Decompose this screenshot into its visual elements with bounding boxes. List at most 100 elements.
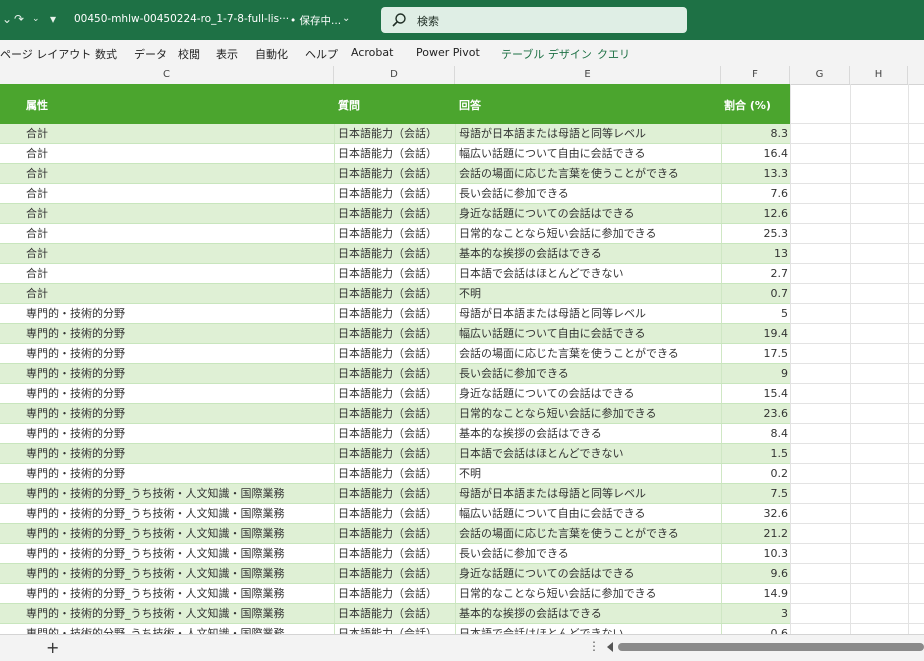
cell-ratio[interactable]: 16.4 bbox=[724, 144, 789, 163]
more-options-icon[interactable]: ⋮ bbox=[588, 639, 600, 653]
header-ratio[interactable]: 割合 (%) bbox=[724, 97, 771, 113]
cell-ratio[interactable]: 25.3 bbox=[724, 224, 789, 243]
cell-attribute[interactable]: 専門的・技術的分野_うち技術・人文知識・国際業務 bbox=[26, 504, 331, 523]
header-answer[interactable]: 回答 bbox=[459, 97, 481, 113]
cell-ratio[interactable]: 15.4 bbox=[724, 384, 789, 403]
cell-ratio[interactable]: 13 bbox=[724, 244, 788, 263]
cell-ratio[interactable]: 17.5 bbox=[724, 344, 789, 363]
cell-attribute[interactable]: 専門的・技術的分野 bbox=[26, 304, 331, 323]
tab-table-design[interactable]: テーブル デザイン bbox=[501, 46, 592, 62]
add-sheet-button[interactable]: + bbox=[46, 638, 59, 657]
cell-question[interactable]: 日本語能力（会話） bbox=[338, 584, 452, 603]
cell-answer[interactable]: 不明 bbox=[459, 284, 717, 303]
cell-question[interactable]: 日本語能力（会話） bbox=[338, 144, 452, 163]
cell-ratio[interactable]: 21.2 bbox=[724, 524, 789, 543]
cell-question[interactable]: 日本語能力（会話） bbox=[338, 204, 452, 223]
column-header-h[interactable]: H bbox=[850, 66, 908, 84]
tab-view[interactable]: 表示 bbox=[216, 46, 238, 62]
cell-attribute[interactable]: 専門的・技術的分野 bbox=[26, 424, 331, 443]
cell-attribute[interactable]: 専門的・技術的分野 bbox=[26, 404, 331, 423]
column-header-e[interactable]: E bbox=[455, 66, 721, 84]
header-question[interactable]: 質問 bbox=[338, 97, 360, 113]
cell-ratio[interactable]: 0.2 bbox=[724, 464, 789, 483]
cell-answer[interactable]: 会話の場面に応じた言葉を使うことができる bbox=[459, 524, 717, 543]
header-attribute[interactable]: 属性 bbox=[26, 97, 48, 113]
cell-ratio[interactable]: 5 bbox=[724, 304, 788, 323]
tab-query[interactable]: クエリ bbox=[597, 46, 630, 62]
cell-question[interactable]: 日本語能力（会話） bbox=[338, 364, 452, 383]
cell-attribute[interactable]: 専門的・技術的分野 bbox=[26, 324, 331, 343]
column-header-f[interactable]: F bbox=[721, 66, 790, 84]
cell-attribute[interactable]: 専門的・技術的分野_うち技術・人文知識・国際業務 bbox=[26, 584, 331, 603]
cell-answer[interactable]: 基本的な挨拶の会話はできる bbox=[459, 244, 717, 263]
cell-ratio[interactable]: 23.6 bbox=[724, 404, 789, 423]
cell-question[interactable]: 日本語能力（会話） bbox=[338, 424, 452, 443]
tab-help[interactable]: ヘルプ bbox=[305, 46, 338, 62]
cell-ratio[interactable]: 32.6 bbox=[724, 504, 789, 523]
cell-attribute[interactable]: 合計 bbox=[26, 144, 331, 163]
redo-dropdown-icon[interactable]: ⌄ bbox=[32, 14, 40, 24]
cell-answer[interactable]: 不明 bbox=[459, 464, 717, 483]
cell-answer[interactable]: 身近な話題についての会話はできる bbox=[459, 204, 717, 223]
cell-ratio[interactable]: 9.6 bbox=[724, 564, 789, 583]
cell-answer[interactable]: 身近な話題についての会話はできる bbox=[459, 384, 717, 403]
cell-ratio[interactable]: 7.6 bbox=[724, 184, 789, 203]
cell-ratio[interactable]: 0.7 bbox=[724, 284, 789, 303]
column-header-g[interactable]: G bbox=[790, 66, 850, 84]
cell-answer[interactable]: 基本的な挨拶の会話はできる bbox=[459, 604, 717, 623]
cell-question[interactable]: 日本語能力（会話） bbox=[338, 384, 452, 403]
cell-attribute[interactable]: 専門的・技術的分野_うち技術・人文知識・国際業務 bbox=[26, 524, 331, 543]
cell-ratio[interactable]: 10.3 bbox=[724, 544, 789, 563]
chevron-down-icon[interactable]: ⌄ bbox=[2, 12, 12, 26]
cell-attribute[interactable]: 専門的・技術的分野 bbox=[26, 444, 331, 463]
cell-answer[interactable]: 会話の場面に応じた言葉を使うことができる bbox=[459, 164, 717, 183]
cell-attribute[interactable]: 専門的・技術的分野_うち技術・人文知識・国際業務 bbox=[26, 624, 331, 634]
cell-attribute[interactable]: 合計 bbox=[26, 264, 331, 283]
cell-ratio[interactable]: 13.3 bbox=[724, 164, 789, 183]
cell-question[interactable]: 日本語能力（会話） bbox=[338, 444, 452, 463]
cell-ratio[interactable]: 8.4 bbox=[724, 424, 789, 443]
cell-attribute[interactable]: 専門的・技術的分野_うち技術・人文知識・国際業務 bbox=[26, 564, 331, 583]
tab-formulas[interactable]: 数式 bbox=[95, 46, 117, 62]
cell-answer[interactable]: 幅広い話題について自由に会話できる bbox=[459, 144, 717, 163]
cell-ratio[interactable]: 3 bbox=[724, 604, 788, 623]
cell-attribute[interactable]: 合計 bbox=[26, 184, 331, 203]
cell-attribute[interactable]: 合計 bbox=[26, 224, 331, 243]
cell-question[interactable]: 日本語能力（会話） bbox=[338, 284, 452, 303]
cell-attribute[interactable]: 専門的・技術的分野 bbox=[26, 384, 331, 403]
cell-attribute[interactable]: 専門的・技術的分野 bbox=[26, 364, 331, 383]
search-box[interactable]: 検索 bbox=[381, 7, 687, 33]
tab-review[interactable]: 校閲 bbox=[178, 46, 200, 62]
column-header-d[interactable]: D bbox=[334, 66, 455, 84]
cell-question[interactable]: 日本語能力（会話） bbox=[338, 544, 452, 563]
cell-attribute[interactable]: 合計 bbox=[26, 244, 331, 263]
cell-question[interactable]: 日本語能力（会話） bbox=[338, 344, 452, 363]
cell-answer[interactable]: 日常的なことなら短い会話に参加できる bbox=[459, 224, 717, 243]
cell-ratio[interactable]: 12.6 bbox=[724, 204, 789, 223]
cell-answer[interactable]: 長い会話に参加できる bbox=[459, 184, 717, 203]
redo-icon[interactable]: ↷ bbox=[14, 12, 24, 26]
cell-ratio[interactable]: 0.6 bbox=[724, 624, 789, 634]
cell-answer[interactable]: 基本的な挨拶の会話はできる bbox=[459, 424, 717, 443]
cell-attribute[interactable]: 専門的・技術的分野 bbox=[26, 344, 331, 363]
cell-question[interactable]: 日本語能力（会話） bbox=[338, 304, 452, 323]
cell-attribute[interactable]: 専門的・技術的分野_うち技術・人文知識・国際業務 bbox=[26, 484, 331, 503]
cell-question[interactable]: 日本語能力（会話） bbox=[338, 624, 452, 634]
file-name[interactable]: 00450-mhlw-00450224-ro_1-7-8-full-lis··· bbox=[74, 13, 289, 25]
cell-attribute[interactable]: 合計 bbox=[26, 124, 331, 143]
cell-question[interactable]: 日本語能力（会話） bbox=[338, 504, 452, 523]
tab-power-pivot[interactable]: Power Pivot bbox=[416, 46, 480, 59]
cell-answer[interactable]: 幅広い話題について自由に会話できる bbox=[459, 504, 717, 523]
cell-ratio[interactable]: 19.4 bbox=[724, 324, 789, 343]
cell-ratio[interactable]: 2.7 bbox=[724, 264, 789, 283]
cell-question[interactable]: 日本語能力（会話） bbox=[338, 404, 452, 423]
cell-attribute[interactable]: 専門的・技術的分野_うち技術・人文知識・国際業務 bbox=[26, 544, 331, 563]
cell-answer[interactable]: 日本語で会話はほとんどできない bbox=[459, 624, 717, 634]
column-header-c[interactable]: C bbox=[0, 66, 334, 84]
scroll-left-icon[interactable] bbox=[607, 642, 613, 652]
cell-answer[interactable]: 会話の場面に応じた言葉を使うことができる bbox=[459, 344, 717, 363]
cell-answer[interactable]: 幅広い話題について自由に会話できる bbox=[459, 324, 717, 343]
cell-question[interactable]: 日本語能力（会話） bbox=[338, 564, 452, 583]
cell-question[interactable]: 日本語能力（会話） bbox=[338, 164, 452, 183]
cell-answer[interactable]: 日常的なことなら短い会話に参加できる bbox=[459, 584, 717, 603]
